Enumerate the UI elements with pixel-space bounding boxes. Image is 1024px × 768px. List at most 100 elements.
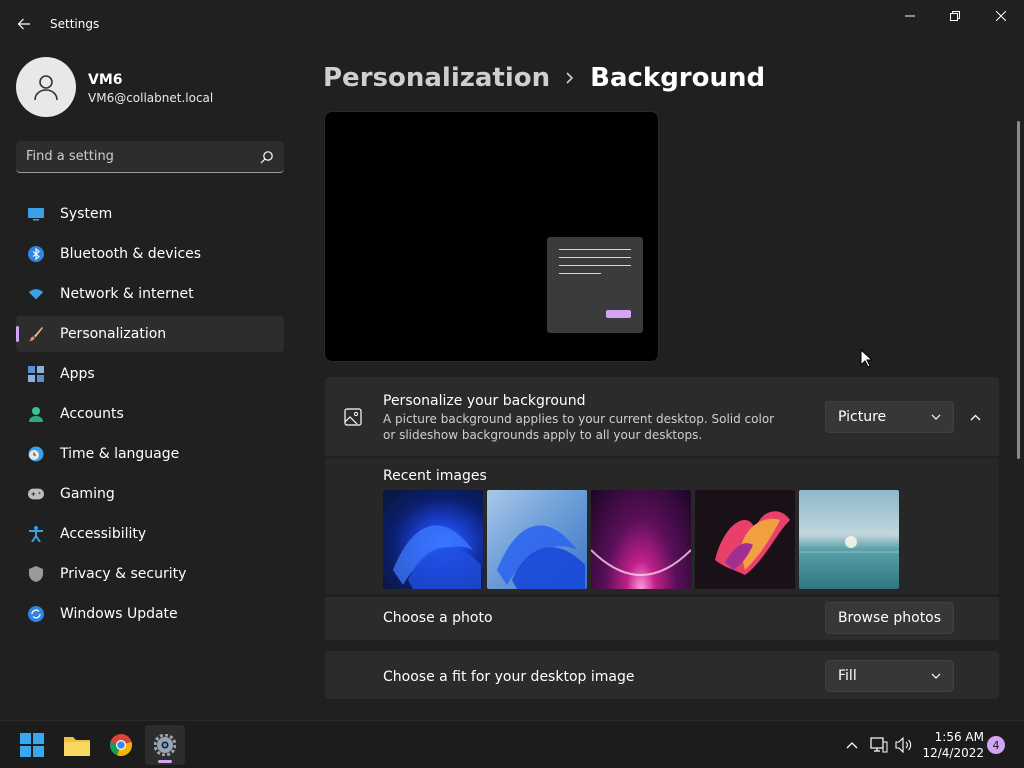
choose-photo-row: Choose a photo Browse photos <box>325 596 999 640</box>
preview-accent-button <box>606 310 631 318</box>
title-bar: Settings <box>0 0 1024 48</box>
choose-fit-label: Choose a fit for your desktop image <box>383 669 635 685</box>
bluetooth-icon <box>28 246 44 262</box>
image-icon <box>344 408 362 430</box>
show-hidden-icons-button[interactable] <box>842 735 862 755</box>
choose-fit-row: Choose a fit for your desktop image Fill <box>325 651 999 699</box>
restore-icon <box>950 11 960 21</box>
sidebar-item-label: Privacy & security <box>60 566 187 582</box>
volume-button[interactable] <box>894 735 914 755</box>
wifi-icon <box>28 286 44 302</box>
collapse-button[interactable] <box>961 403 989 431</box>
sidebar-item-label: Time & language <box>60 446 180 462</box>
chevron-up-icon <box>846 742 858 749</box>
sidebar-item-label: Accessibility <box>60 526 147 542</box>
browse-photos-button[interactable]: Browse photos <box>825 602 954 634</box>
sidebar-item-bluetooth[interactable]: Bluetooth & devices <box>16 236 284 272</box>
notification-badge[interactable]: 4 <box>987 736 1005 754</box>
recent-image-1[interactable] <box>383 490 483 589</box>
update-icon <box>28 606 44 622</box>
start-button[interactable] <box>12 725 52 765</box>
dropdown-value: Fill <box>838 668 857 684</box>
sidebar-item-label: Gaming <box>60 486 115 502</box>
recent-images-section: Recent images <box>325 458 999 594</box>
file-explorer-button[interactable] <box>57 725 97 765</box>
back-button[interactable] <box>10 10 38 38</box>
chevron-up-icon <box>970 414 980 420</box>
person-icon <box>28 406 44 422</box>
close-button[interactable] <box>978 0 1024 32</box>
mouse-cursor-icon <box>860 349 872 368</box>
close-icon <box>996 11 1006 21</box>
apps-icon <box>28 366 44 382</box>
search-input[interactable] <box>26 149 260 164</box>
preview-window <box>547 237 643 333</box>
user-icon <box>34 75 58 101</box>
clock-date: 12/4/2022 <box>922 746 984 760</box>
sidebar-item-accounts[interactable]: Accounts <box>16 396 284 432</box>
sidebar-item-label: Windows Update <box>60 606 178 622</box>
monitor-icon <box>28 206 44 222</box>
windows-logo-icon <box>20 733 44 757</box>
search-icon[interactable] <box>260 150 274 164</box>
breadcrumb: Personalization Background <box>323 58 765 98</box>
user-name: VM6 <box>88 72 123 88</box>
sidebar-nav: System Bluetooth & devices Network & int… <box>16 196 284 636</box>
recent-image-4[interactable] <box>695 490 795 589</box>
chrome-icon <box>110 734 132 757</box>
network-status-button[interactable] <box>869 735 889 755</box>
sidebar-item-personalization[interactable]: Personalization <box>16 316 284 352</box>
chevron-down-icon <box>931 673 941 679</box>
recent-images-label: Recent images <box>383 468 487 484</box>
taskbar-clock[interactable]: 1:56 AM 12/4/2022 <box>920 729 984 761</box>
gamepad-icon <box>28 486 44 502</box>
app-title: Settings <box>50 17 100 31</box>
dropdown-value: Picture <box>838 409 887 425</box>
sidebar-item-gaming[interactable]: Gaming <box>16 476 284 512</box>
recent-image-5[interactable] <box>799 490 899 589</box>
accessibility-icon <box>28 526 44 542</box>
sidebar-item-label: Accounts <box>60 406 124 422</box>
settings-taskbar-button[interactable] <box>145 725 185 765</box>
scrollbar[interactable] <box>1017 121 1020 459</box>
chevron-down-icon <box>931 414 941 420</box>
desktop-preview <box>324 111 659 362</box>
breadcrumb-parent[interactable]: Personalization <box>323 63 550 93</box>
shield-icon <box>28 566 44 582</box>
search-box[interactable] <box>16 141 284 173</box>
sidebar-item-windows-update[interactable]: Windows Update <box>16 596 284 632</box>
sidebar-item-network[interactable]: Network & internet <box>16 276 284 312</box>
speaker-icon <box>895 737 912 753</box>
active-app-indicator <box>158 760 172 763</box>
taskbar: 1:56 AM 12/4/2022 4 <box>0 720 1024 768</box>
card-title: Personalize your background <box>383 393 586 409</box>
background-type-dropdown[interactable]: Picture <box>825 401 954 433</box>
chrome-button[interactable] <box>101 725 141 765</box>
minimize-button[interactable] <box>887 0 933 32</box>
folder-icon <box>64 737 90 756</box>
gear-icon <box>154 734 176 756</box>
sidebar-item-label: Apps <box>60 366 95 382</box>
clock-globe-icon <box>28 446 44 462</box>
chevron-right-icon <box>566 72 574 84</box>
user-email: VM6@collabnet.local <box>88 91 214 105</box>
brush-icon <box>28 326 44 342</box>
card-description: A picture background applies to your cur… <box>383 412 775 442</box>
sidebar-item-accessibility[interactable]: Accessibility <box>16 516 284 552</box>
recent-image-2[interactable] <box>487 490 587 589</box>
sidebar-item-time-language[interactable]: Time & language <box>16 436 284 472</box>
avatar[interactable] <box>16 57 76 117</box>
recent-image-3[interactable] <box>591 490 691 589</box>
sidebar-item-system[interactable]: System <box>16 196 284 232</box>
sidebar-item-label: Personalization <box>60 326 167 342</box>
restore-button[interactable] <box>932 0 978 32</box>
sidebar-item-apps[interactable]: Apps <box>16 356 284 392</box>
clock-time: 1:56 AM <box>934 730 984 744</box>
fit-dropdown[interactable]: Fill <box>825 660 954 692</box>
sidebar-item-label: System <box>60 206 113 222</box>
sidebar-item-privacy-security[interactable]: Privacy & security <box>16 556 284 592</box>
network-icon <box>870 737 888 753</box>
sidebar-item-label: Bluetooth & devices <box>60 246 202 262</box>
sidebar-item-label: Network & internet <box>60 286 194 302</box>
page-title: Background <box>590 63 766 93</box>
